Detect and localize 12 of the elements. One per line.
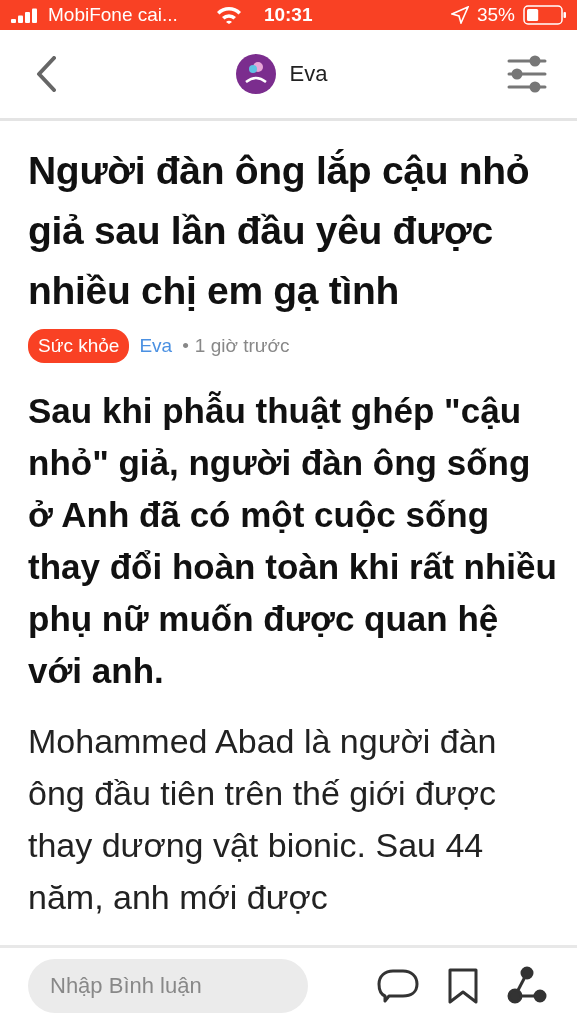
- carrier-name: MobiFone cai...: [48, 4, 178, 26]
- separator-dot: •: [182, 335, 189, 357]
- battery-percent: 35%: [476, 4, 515, 26]
- clock-time: 10:31: [263, 4, 313, 26]
- source-name: Eva: [289, 61, 328, 87]
- comment-field[interactable]: Nhập Bình luận: [28, 959, 308, 1013]
- article-title: Người đàn ông lắp cậu nhỏ giả sau lần đầu yêu được nhiều chị em gạ tình: [28, 148, 531, 314]
- publish-time: 1 giờ trước: [194, 335, 290, 357]
- author-link[interactable]: Eva: [139, 335, 173, 357]
- category-tag[interactable]: Sức khỏe: [28, 329, 130, 363]
- article-lead: Sau khi phẫu thuật ghép "cậu nhỏ" giả, người đàn ông sống ở Anh đã có một cuộc sống thay đổi hoàn toàn khi rất nhiều phụ nữ muốn được quan hệ với anh.: [28, 390, 557, 692]
- article-body: Mohammed Abad là người đàn ông đầu tiên trên thế giới được thay dương vật bionic. Sau 44 năm, anh mới được: [28, 721, 498, 918]
